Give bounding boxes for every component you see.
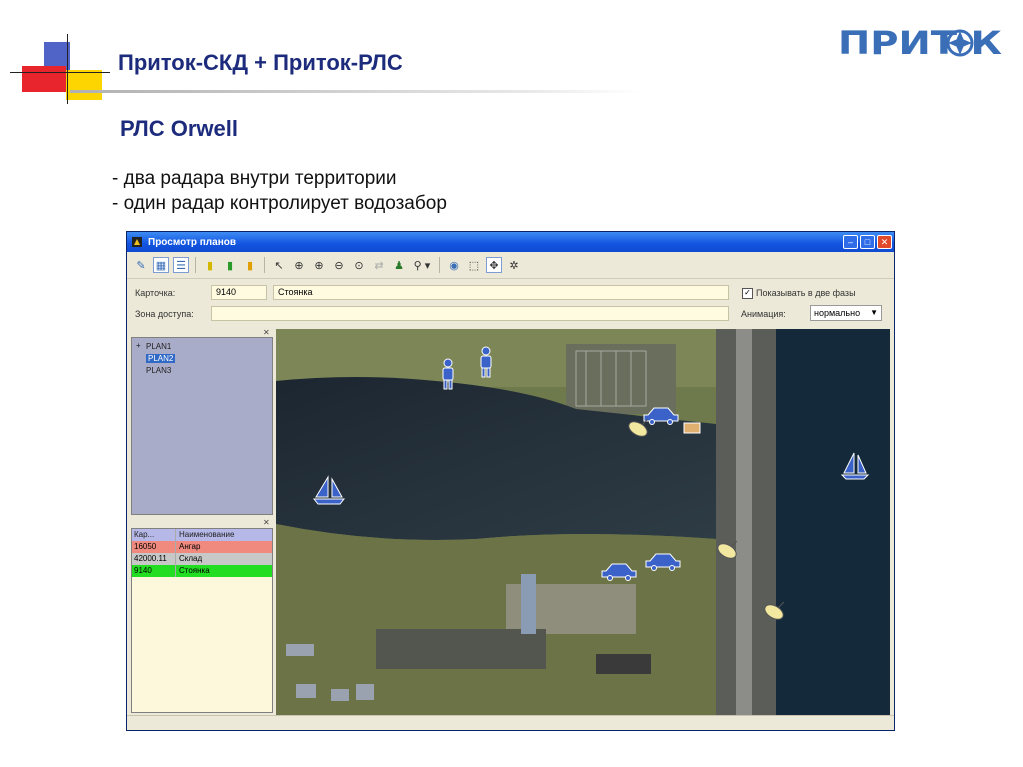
layout-green-icon[interactable]: ▮ xyxy=(222,257,238,273)
slide-subtitle: РЛС Orwell xyxy=(120,116,238,141)
card-number-field[interactable]: 9140 xyxy=(211,285,267,300)
card-label: Карточка: xyxy=(135,288,176,298)
tree-item-plan1[interactable]: PLAN1 xyxy=(136,341,272,353)
cell-card-name: Ангар xyxy=(179,542,201,551)
title-underline xyxy=(70,90,640,93)
tree-item-plan2[interactable]: PLAN2 xyxy=(136,353,272,365)
animation-select[interactable]: нормально ▼ xyxy=(810,305,882,321)
column-header-name[interactable]: Наименование xyxy=(176,529,272,541)
minimize-icon[interactable]: – xyxy=(843,235,858,249)
zoom-in-icon[interactable]: ⊕ xyxy=(311,257,327,273)
bullet-item: - один радар контролирует водозабор xyxy=(112,193,447,214)
frame-icon[interactable]: ⬚ xyxy=(466,257,482,273)
left-panel: ✕ + PLAN1 PLAN2 PLAN3 ✕ Кар... Наименова… xyxy=(131,329,273,713)
zone-field[interactable] xyxy=(211,306,729,321)
cell-card-name: Стоянка xyxy=(179,566,210,575)
satellite-map[interactable] xyxy=(276,329,890,715)
cell-card-id: 42000.11 xyxy=(132,553,176,565)
zoom-out-icon[interactable]: ⊖ xyxy=(331,257,347,273)
card-name-field[interactable]: Стоянка xyxy=(273,285,729,300)
pin-icon[interactable]: ✎ xyxy=(133,257,149,273)
svg-text:ПРИТ К: ПРИТ К xyxy=(838,24,1002,62)
tree-expand-icon[interactable]: + xyxy=(136,341,141,350)
app-icon xyxy=(132,237,142,247)
building-marker xyxy=(683,422,701,434)
cards-table: Кар... Наименование 16050 Ангар 42000.11… xyxy=(131,528,273,713)
decor-line-vertical xyxy=(67,34,68,104)
column-header-card[interactable]: Кар... xyxy=(132,529,176,541)
close-icon[interactable]: ✕ xyxy=(263,329,271,337)
table-row[interactable]: 9140 Стоянка xyxy=(132,565,272,577)
cell-card-id: 16050 xyxy=(132,541,176,553)
toolbar: ✎ ▦ ☰ ▮ ▮ ▮ ↖ ⊕ ⊕ ⊖ ⊙ ⇄ ♟ ⚲ ▾ ◉ ⬚ ✥ ✲ xyxy=(127,252,894,279)
tree-item-plan3[interactable]: PLAN3 xyxy=(136,365,272,377)
decor-square-red xyxy=(22,66,66,92)
two-phases-label: Показывать в две фазы xyxy=(756,288,856,298)
zone-label: Зона доступа: xyxy=(135,309,194,319)
move-icon[interactable]: ✥ xyxy=(486,257,502,273)
table-row[interactable]: 42000.11 Склад xyxy=(132,553,272,565)
animation-label: Анимация: xyxy=(741,309,786,319)
bullet-item: - два радара внутри территории xyxy=(112,168,397,189)
cell-card-name: Склад xyxy=(179,554,203,563)
table-row[interactable]: 16050 Ангар xyxy=(132,541,272,553)
cell-card-id: 9140 xyxy=(132,565,176,577)
slide-title: Приток-СКД + Приток-РЛС xyxy=(118,50,403,75)
decor-square-yellow xyxy=(66,70,102,100)
filter-dropdown-icon[interactable]: ⚲ ▾ xyxy=(411,257,433,273)
zoom-region-icon[interactable]: ⊕ xyxy=(291,257,307,273)
people-icon[interactable]: ♟ xyxy=(391,257,407,273)
transfer-icon[interactable]: ⇄ xyxy=(371,257,387,273)
plans-tree: + PLAN1 PLAN2 PLAN3 xyxy=(131,337,273,515)
window-title: Просмотр планов xyxy=(148,236,236,248)
toolbar-separator xyxy=(264,257,265,273)
decor-line-horizontal xyxy=(10,72,110,73)
list-view-icon[interactable]: ☰ xyxy=(173,257,189,273)
layout-orange-icon[interactable]: ▮ xyxy=(242,257,258,273)
bullet-list: - два радара внутри территории - один ра… xyxy=(112,166,447,216)
calendar-icon[interactable]: ▦ xyxy=(153,257,169,273)
close-icon[interactable]: ✕ xyxy=(877,235,892,249)
layout-yellow-icon[interactable]: ▮ xyxy=(202,257,218,273)
table-header: Кар... Наименование xyxy=(132,529,272,541)
status-bar xyxy=(127,715,894,730)
two-phases-checkbox[interactable]: ✓ xyxy=(742,288,753,299)
maximize-icon[interactable]: □ xyxy=(860,235,875,249)
pritok-logo: ПРИТ К xyxy=(838,24,1002,62)
toolbar-separator xyxy=(195,257,196,273)
close-icon[interactable]: ✕ xyxy=(263,519,271,527)
globe-icon[interactable]: ◉ xyxy=(446,257,462,273)
pointer-icon[interactable]: ↖ xyxy=(271,257,287,273)
window-titlebar[interactable]: Просмотр планов – □ ✕ xyxy=(127,232,894,252)
chevron-down-icon[interactable]: ▼ xyxy=(870,306,878,320)
animation-value: нормально xyxy=(814,308,861,318)
settings-icon[interactable]: ✲ xyxy=(506,257,522,273)
plans-window: Просмотр планов – □ ✕ ✎ ▦ ☰ ▮ ▮ ▮ ↖ ⊕ ⊕ … xyxy=(126,231,895,731)
zoom-fit-icon[interactable]: ⊙ xyxy=(351,257,367,273)
toolbar-separator xyxy=(439,257,440,273)
map-canvas xyxy=(276,329,890,715)
